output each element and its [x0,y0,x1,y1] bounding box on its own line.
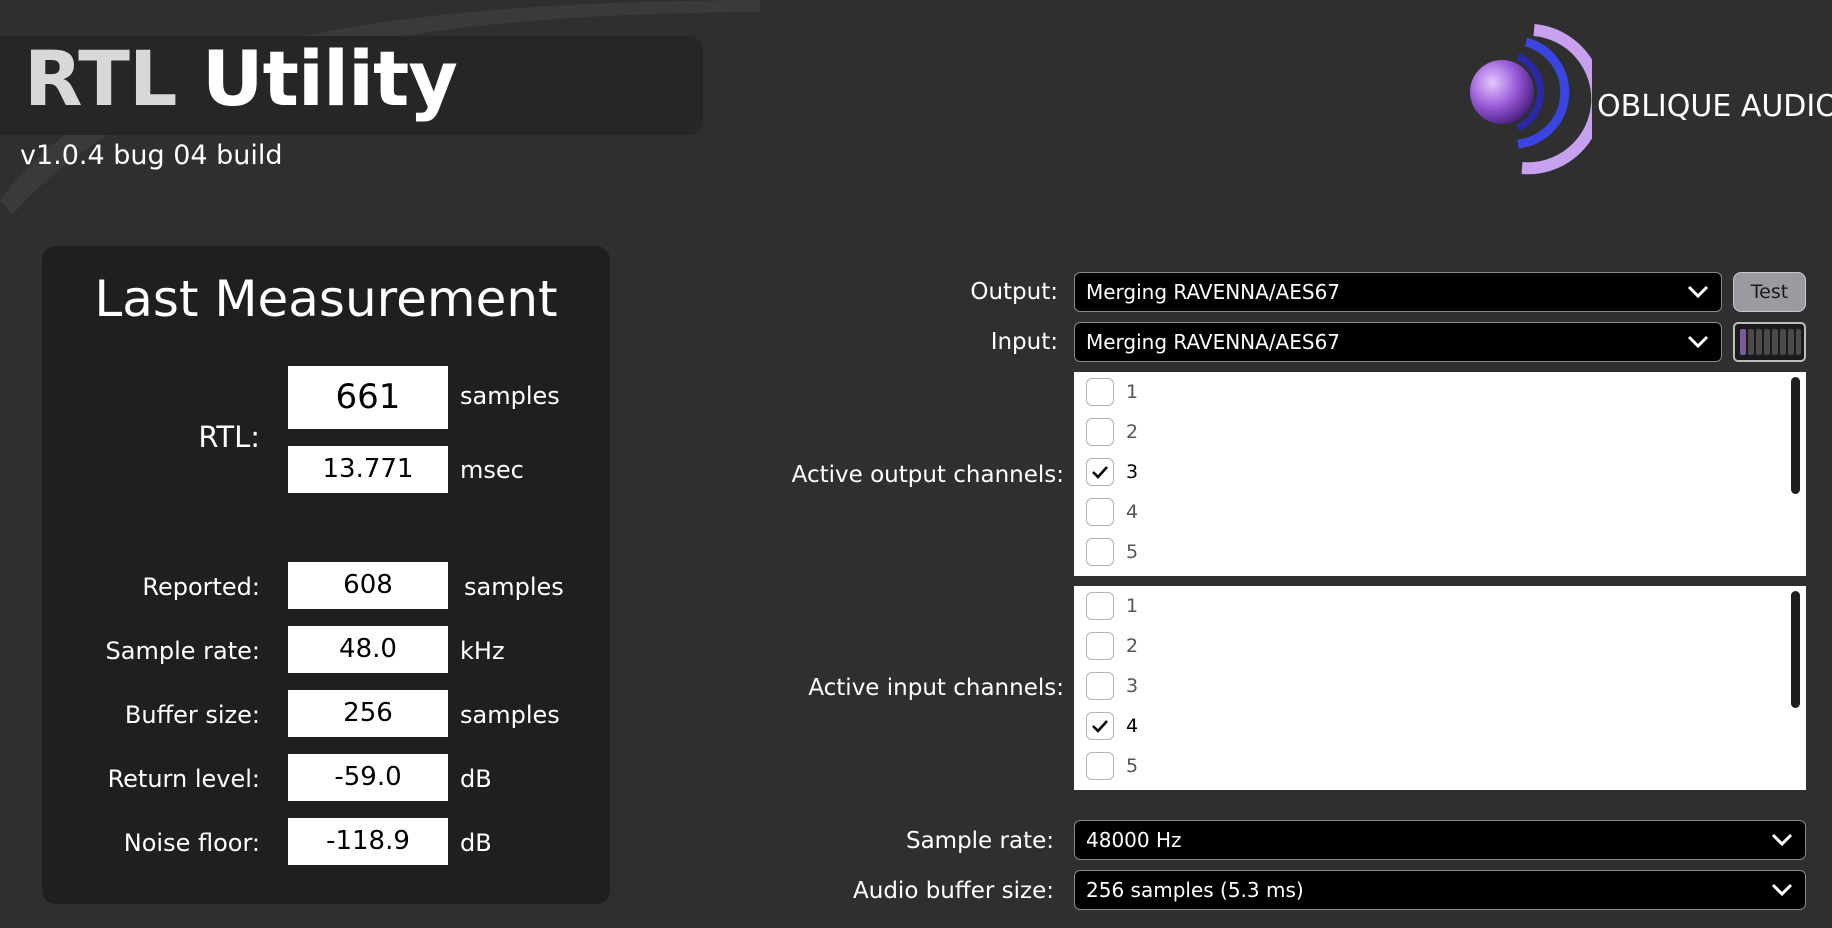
checkmark-icon [1092,466,1108,479]
app-title: RTL Utility [24,34,458,123]
output-label: Output: [970,279,1058,305]
input-channel-item-4[interactable]: 4 [1086,708,1138,744]
rtl-msec-unit: msec [460,456,524,484]
checkbox[interactable] [1086,672,1114,700]
version-label: v1.0.4 bug 04 build [20,140,283,171]
checkbox-checked[interactable] [1086,712,1114,740]
rtl-samples-unit: samples [460,382,560,410]
rtl-label: RTL: [198,420,260,454]
noise-floor-value: -118.9 [288,818,448,865]
reported-label: Reported: [142,573,260,601]
active-input-channels-label: Active input channels: [808,675,1064,701]
sample-rate-dropdown[interactable]: 48000 Hz [1074,820,1806,860]
rtl-samples-value: 661 [288,366,448,429]
checkbox[interactable] [1086,498,1114,526]
input-channel-item-1[interactable]: 1 [1086,588,1138,624]
return-level-value: -59.0 [288,754,448,801]
output-channel-item-1[interactable]: 1 [1086,374,1138,410]
channel-number: 5 [1126,755,1139,777]
checkbox[interactable] [1086,752,1114,780]
audio-buffer-size-label: Audio buffer size: [853,878,1054,904]
channel-number: 5 [1126,541,1139,563]
sample-rate-dropdown-value: 48000 Hz [1086,828,1182,852]
output-channels-scrollbar[interactable] [1791,377,1800,494]
active-output-channels-label: Active output channels: [791,462,1064,488]
output-channel-item-2[interactable]: 2 [1086,414,1138,450]
audio-buffer-size-value: 256 samples (5.3 ms) [1086,878,1304,902]
test-button[interactable]: Test [1733,272,1806,312]
panel-title: Last Measurement [94,270,558,328]
chevron-down-icon [1687,335,1709,349]
input-channels-list[interactable]: 1 2 3 4 5 [1074,586,1806,790]
app-title-part1: RTL [24,34,177,123]
output-device-value: Merging RAVENNA/AES67 [1086,280,1341,304]
output-channel-item-3[interactable]: 3 [1086,454,1138,490]
reported-unit: samples [464,573,564,601]
checkbox[interactable] [1086,378,1114,406]
channel-number: 4 [1126,501,1139,523]
input-device-value: Merging RAVENNA/AES67 [1086,330,1341,354]
input-level-meter [1733,322,1806,362]
sample-rate-unit: kHz [460,637,505,665]
output-device-dropdown[interactable]: Merging RAVENNA/AES67 [1074,272,1722,312]
channel-number: 2 [1126,635,1139,657]
rtl-msec-value: 13.771 [288,446,448,493]
buffer-size-label: Buffer size: [124,701,260,729]
buffer-size-unit: samples [460,701,560,729]
noise-floor-unit: dB [460,829,492,857]
sample-rate-value: 48.0 [288,626,448,673]
brand-name: OBLIQUE AUDIO [1597,89,1832,124]
output-channel-item-5[interactable]: 5 [1086,534,1138,570]
channel-number: 1 [1126,595,1139,617]
channel-number: 4 [1126,715,1139,737]
app-title-part2: Utility [201,34,458,123]
checkbox[interactable] [1086,538,1114,566]
checkbox[interactable] [1086,418,1114,446]
output-channels-list[interactable]: 1 2 3 4 5 [1074,372,1806,576]
channel-number: 2 [1126,421,1139,443]
input-channels-scrollbar[interactable] [1791,591,1800,708]
return-level-unit: dB [460,765,492,793]
return-level-label: Return level: [107,765,260,793]
output-channel-item-4[interactable]: 4 [1086,494,1138,530]
reported-value: 608 [288,562,448,609]
buffer-size-value: 256 [288,690,448,737]
chevron-down-icon [1771,833,1793,847]
checkbox[interactable] [1086,592,1114,620]
input-device-dropdown[interactable]: Merging RAVENNA/AES67 [1074,322,1722,362]
channel-number: 1 [1126,381,1139,403]
audio-buffer-size-dropdown[interactable]: 256 samples (5.3 ms) [1074,870,1806,910]
oblique-audio-logo-icon [1470,24,1592,175]
sample-rate-label: Sample rate: [105,637,260,665]
sample-rate-setting-label: Sample rate: [905,828,1054,854]
input-label: Input: [990,329,1058,355]
chevron-down-icon [1687,285,1709,299]
level-meter-bars [1740,329,1801,355]
checkbox[interactable] [1086,632,1114,660]
chevron-down-icon [1771,883,1793,897]
input-channel-item-3[interactable]: 3 [1086,668,1138,704]
noise-floor-label: Noise floor: [123,829,260,857]
input-channel-item-5[interactable]: 5 [1086,748,1138,784]
checkmark-icon [1092,720,1108,733]
checkbox-checked[interactable] [1086,458,1114,486]
input-channel-item-2[interactable]: 2 [1086,628,1138,664]
channel-number: 3 [1126,675,1139,697]
channel-number: 3 [1126,461,1139,483]
